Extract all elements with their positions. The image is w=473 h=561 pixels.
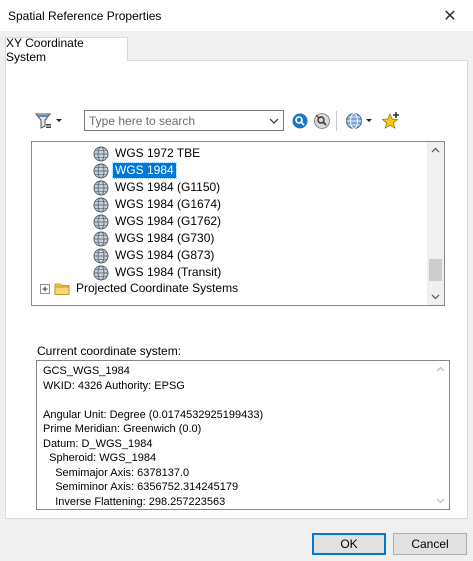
folder-icon: [54, 283, 70, 295]
tree-item-label: Projected Coordinate Systems: [76, 281, 239, 295]
scroll-up-button[interactable]: [427, 142, 444, 159]
close-icon: ✕: [443, 7, 457, 25]
detail-line: GCS_WGS_1984: [43, 365, 130, 377]
clear-search-icon: [314, 113, 330, 129]
tree-item-label: WGS 1984 (G1762): [115, 214, 222, 228]
dialog-footer: OK Cancel: [0, 529, 473, 561]
tree-item-label: WGS 1984 (G1150): [115, 180, 221, 194]
chevron-down-icon: [436, 498, 445, 504]
cancel-button[interactable]: Cancel: [393, 533, 467, 555]
tree-item[interactable]: WGS 1984 (G730): [93, 230, 216, 247]
detail-line: Datum: D_WGS_1984: [43, 437, 153, 450]
chevron-down-icon: [431, 294, 440, 300]
details-scrollbar[interactable]: [432, 361, 449, 509]
tree-scrollbar[interactable]: [427, 142, 444, 305]
current-coordinate-system-label: Current coordinate system:: [37, 344, 182, 358]
tree-item[interactable]: WGS 1984: [93, 162, 177, 179]
close-button[interactable]: ✕: [427, 0, 473, 31]
tree-item-label: WGS 1984: [112, 162, 177, 179]
globe-icon: [93, 197, 109, 212]
tree-item[interactable]: WGS 1984 (G1762): [93, 213, 223, 230]
scroll-up-button[interactable]: [432, 361, 449, 378]
toolbar-separator: [336, 111, 337, 131]
globe-icon: [93, 231, 109, 246]
add-to-favorites-button[interactable]: [381, 111, 401, 131]
detail-line: Prime Meridian: Greenwich (0.0): [43, 423, 202, 435]
detail-line: Semimajor Axis: 6378137.0: [43, 466, 190, 479]
globe-icon: [346, 113, 372, 129]
tree-item-projected-coordinate-systems[interactable]: Projected Coordinate Systems: [40, 280, 240, 297]
tree-item[interactable]: WGS 1972 TBE: [93, 145, 202, 162]
chevron-down-icon[interactable]: [268, 115, 280, 127]
tree-item[interactable]: WGS 1984 (G1150): [93, 179, 222, 196]
globe-icon: [93, 214, 109, 229]
tab-xy-coordinate-system[interactable]: XY Coordinate System: [5, 35, 128, 64]
expand-icon[interactable]: [40, 283, 50, 294]
search-field[interactable]: [84, 110, 284, 131]
clear-search-button[interactable]: [313, 112, 331, 130]
search-input[interactable]: [85, 111, 265, 130]
tab-panel: WGS 1972 TBE WGS 1984WGS 1984 (G1150) WGS …: [5, 60, 468, 519]
detail-line: Inverse Flattening: 298.257223563: [43, 495, 226, 508]
dialog-body: XY Coordinate System Type here to search…: [0, 31, 473, 529]
tree-item-label: WGS 1972 TBE: [115, 146, 201, 160]
filter-button[interactable]: [34, 112, 64, 130]
globe-icon: [93, 265, 109, 280]
detail-line: Semiminor Axis: 6356752.314245179: [43, 481, 239, 493]
tree-item-label: WGS 1984 (G730): [115, 231, 215, 245]
coordinate-system-tree[interactable]: WGS 1972 TBE WGS 1984 WGS 1984 (G1150) WGS …: [31, 141, 445, 306]
scroll-thumb[interactable]: [429, 258, 442, 281]
add-to-favorites-icon: [381, 112, 399, 129]
scroll-down-button[interactable]: [432, 492, 449, 509]
tree-item-label: WGS 1984 (Transit): [115, 265, 222, 279]
tree-item-label: WGS 1984 (G1674): [115, 197, 222, 211]
globe-icon: [93, 146, 109, 161]
tree-item[interactable]: WGS 1984 (Transit): [93, 264, 223, 281]
add-coordinate-system-button[interactable]: [345, 112, 375, 130]
title-bar: Spatial Reference Properties ✕: [0, 0, 473, 31]
search-icon: [292, 113, 308, 129]
detail-line: Angular Unit: Degree (0.0174532925199433…: [43, 408, 264, 421]
tree-item-label: WGS 1984 (G873): [115, 248, 215, 262]
tab-label: XY Coordinate System: [6, 35, 84, 64]
tree-item[interactable]: WGS 1984 (G873): [93, 247, 216, 264]
globe-icon: [93, 248, 109, 263]
globe-icon: [93, 163, 109, 178]
globe-icon: [93, 180, 109, 195]
ok-button[interactable]: OK: [312, 533, 386, 555]
detail-line: WKID: 4326 Authority: EPSG: [43, 379, 185, 392]
scroll-down-button[interactable]: [427, 288, 444, 305]
search-button[interactable]: [291, 112, 309, 130]
chevron-up-icon: [431, 147, 440, 153]
tree-item[interactable]: WGS 1984 (G1674): [93, 196, 223, 213]
filter-icon: [34, 113, 62, 129]
coordinate-system-details[interactable]: GCS_WGS_1984 WKID: 4326 Authority: EPSG An…: [36, 360, 450, 510]
detail-line: Spheroid: WGS_1984: [43, 452, 157, 464]
chevron-up-icon: [436, 366, 445, 372]
window-title: Spatial Reference Properties: [8, 9, 162, 23]
